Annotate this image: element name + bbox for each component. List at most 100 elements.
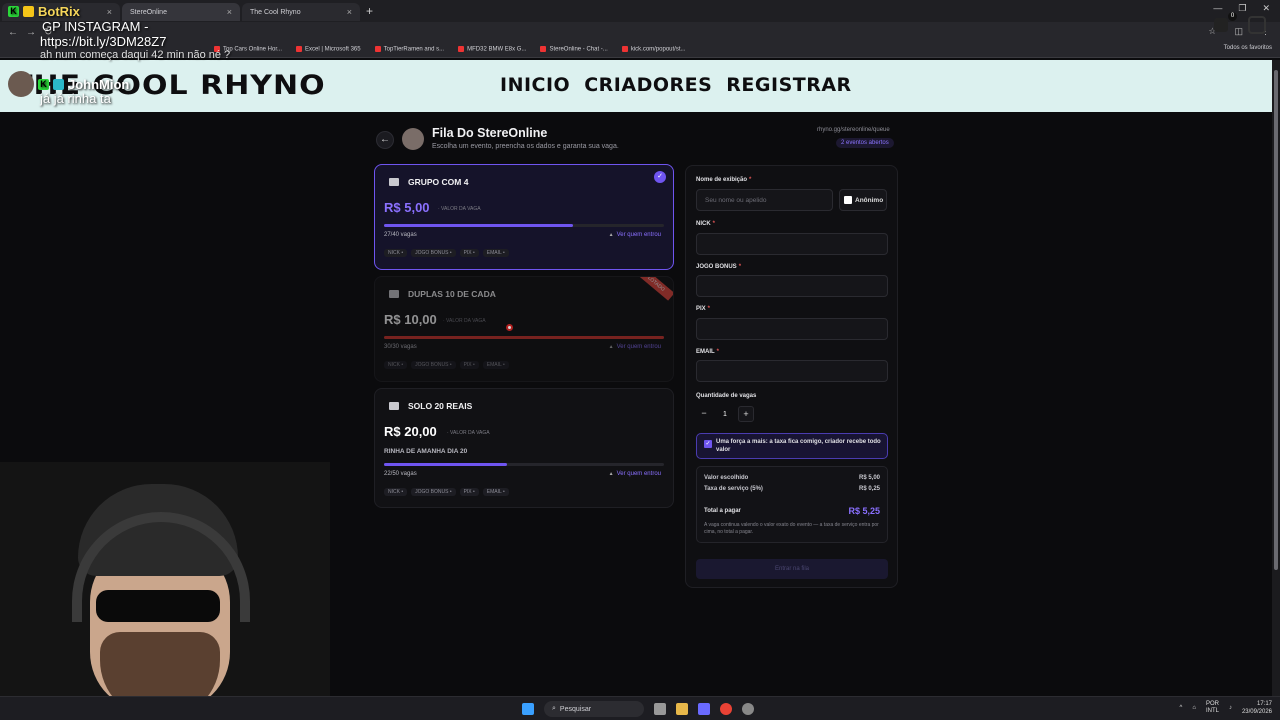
- see-who-joined-link[interactable]: Ver quem entrou: [609, 344, 661, 350]
- nav-criadores[interactable]: CRIADORES: [584, 74, 712, 96]
- search-icon: ⌕: [552, 705, 556, 712]
- all-favorites[interactable]: Todos os favoritos: [1224, 45, 1272, 51]
- ticket-icon: [389, 178, 399, 186]
- scrollbar-thumb[interactable]: [1274, 70, 1278, 570]
- required-marker: *: [749, 177, 752, 183]
- language-indicator[interactable]: POR INTL: [1206, 701, 1219, 715]
- taskbar-apps: ⌕ Pesquisar: [522, 701, 754, 717]
- display-name-input[interactable]: Seu nome ou apelido: [696, 189, 833, 211]
- close-window-icon[interactable]: ✕: [1262, 3, 1270, 14]
- increment-button[interactable]: +: [738, 406, 754, 422]
- taskbar-search[interactable]: ⌕ Pesquisar: [544, 701, 644, 717]
- pix-label: PIX *: [696, 306, 710, 312]
- label-text: Nome de exibição: [696, 177, 748, 183]
- windows-start-icon[interactable]: [522, 703, 534, 715]
- required-marker: *: [712, 221, 716, 227]
- required-marker: *: [716, 349, 720, 355]
- ticket-icon: [389, 402, 399, 410]
- email-label: EMAIL *: [696, 349, 719, 355]
- price-label: · VALOR DA VAGA: [447, 430, 490, 436]
- chrome-icon[interactable]: [720, 703, 732, 715]
- queue-url[interactable]: rhyno.gg/stereonline/queue: [817, 127, 890, 133]
- field-tag: PIX •: [459, 488, 479, 496]
- email-input[interactable]: [696, 360, 888, 382]
- required-fields: NICK • JOGO BONUS • PIX • EMAIL •: [384, 488, 509, 496]
- system-tray: ^ ⌂ POR INTL ♪ 17:17 23/09/2026: [1180, 700, 1273, 716]
- event-price: R$ 10,00: [384, 312, 437, 327]
- checkbox-checked-icon[interactable]: ✓: [704, 440, 712, 448]
- field-tag: EMAIL •: [482, 249, 509, 257]
- display-name-label: Nome de exibição *: [696, 177, 751, 183]
- bookmark-item[interactable]: StereOnline - Chat -...: [540, 46, 607, 53]
- submit-button[interactable]: Entrar na fila: [696, 559, 888, 579]
- summary-chosen-row: Valor escolhido R$ 5,00: [704, 475, 880, 481]
- event-card-duplas[interactable]: LOTADO DUPLAS 10 DE CADA R$ 10,00 · VALO…: [374, 276, 674, 382]
- event-card-grupo[interactable]: GRUPO COM 4 ✓ R$ 5,00 · VALOR DA VAGA 27…: [374, 164, 674, 270]
- new-tab-icon[interactable]: +: [366, 4, 373, 18]
- minimize-icon[interactable]: —: [1213, 3, 1222, 14]
- time: 17:17: [1256, 701, 1272, 707]
- field-tag: PIX •: [459, 361, 479, 369]
- required-marker: *: [707, 306, 711, 312]
- page-subtitle: Escolha um evento, preencha os dados e g…: [432, 143, 619, 150]
- webcam-overlay: [0, 462, 330, 720]
- bookmark-item[interactable]: kick.com/popout/st...: [622, 46, 686, 53]
- network-icon[interactable]: ⌂: [1192, 705, 1196, 711]
- close-icon[interactable]: ×: [347, 7, 352, 17]
- pix-input[interactable]: [696, 318, 888, 340]
- nick-input[interactable]: [696, 233, 888, 255]
- page-scrollbar[interactable]: [1272, 60, 1280, 696]
- nick-label: NICK *: [696, 221, 715, 227]
- chevron-up-icon[interactable]: ^: [1180, 705, 1183, 711]
- quantity-stepper: − 1 +: [696, 406, 754, 422]
- label-text: EMAIL: [696, 349, 715, 355]
- nav-registrar[interactable]: REGISTRAR: [726, 74, 851, 96]
- maximize-icon[interactable]: ❐: [1238, 3, 1246, 14]
- event-price: R$ 20,00: [384, 424, 437, 439]
- bookmark-item[interactable]: TopTierRamen and s...: [375, 46, 444, 53]
- summary-label: Total a pagar: [704, 508, 741, 514]
- field-tag: EMAIL •: [482, 488, 509, 496]
- summary-fee-row: Taxa de serviço (5%) R$ 0,25: [704, 486, 880, 492]
- decrement-button[interactable]: −: [696, 406, 712, 422]
- settings-icon[interactable]: [742, 703, 754, 715]
- slots-count: 27/40 vagas: [384, 232, 417, 238]
- slots-progress-fill: [384, 336, 664, 339]
- kick-badge-icon: K: [38, 78, 49, 90]
- price-label: · VALOR DA VAGA: [443, 318, 486, 324]
- nav-inicio[interactable]: INICIO: [500, 74, 570, 96]
- kick-badge-icon: K: [8, 6, 19, 17]
- registration-form: Nome de exibição * Seu nome ou apelido An…: [685, 165, 898, 588]
- required-marker: *: [738, 264, 742, 270]
- field-tag: JOGO BONUS •: [411, 249, 456, 257]
- cart-icon[interactable]: [1214, 18, 1228, 32]
- quantity-value: 1: [723, 410, 727, 418]
- see-who-joined-link[interactable]: Ver quem entrou: [609, 471, 661, 477]
- event-price: R$ 5,00: [384, 200, 430, 215]
- event-card-solo[interactable]: SOLO 20 REAIS R$ 20,00 · VALOR DA VAGA R…: [374, 388, 674, 508]
- clock[interactable]: 17:17 23/09/2026: [1242, 700, 1272, 716]
- profile-avatar-icon[interactable]: [1248, 16, 1266, 34]
- event-name: GRUPO COM 4: [408, 177, 469, 187]
- summary-value: R$ 0,25: [858, 486, 880, 492]
- bookmark-item[interactable]: MFD32 BMW E8x G...: [458, 46, 526, 53]
- jogo-bonus-input[interactable]: [696, 275, 888, 297]
- fee-consent[interactable]: ✓ Uma força a mais: a taxa fica comigo, …: [696, 433, 888, 459]
- file-explorer-icon[interactable]: [676, 703, 688, 715]
- back-button[interactable]: ←: [376, 131, 394, 149]
- anonymous-toggle[interactable]: Anônimo: [839, 189, 887, 211]
- chat-text: GP INSTAGRAM -: [42, 19, 149, 34]
- label-text: JOGO BONUS: [696, 264, 737, 270]
- avatar: [8, 71, 34, 97]
- slots-progress: [384, 224, 664, 227]
- task-view-icon[interactable]: [654, 703, 666, 715]
- date: 23/09/2026: [1241, 709, 1272, 715]
- checkbox-icon[interactable]: [844, 196, 852, 204]
- volume-icon[interactable]: ♪: [1229, 705, 1232, 711]
- chat-link: https://bit.ly/3DM28Z7: [40, 34, 167, 49]
- price-label: · VALOR DA VAGA: [438, 206, 481, 212]
- chat-text: ah num começa daqui 42 min não né ?: [40, 49, 231, 61]
- store-icon[interactable]: [698, 703, 710, 715]
- extensions-icon[interactable]: ◫: [1234, 26, 1243, 37]
- see-who-joined-link[interactable]: Ver quem entrou: [609, 232, 661, 238]
